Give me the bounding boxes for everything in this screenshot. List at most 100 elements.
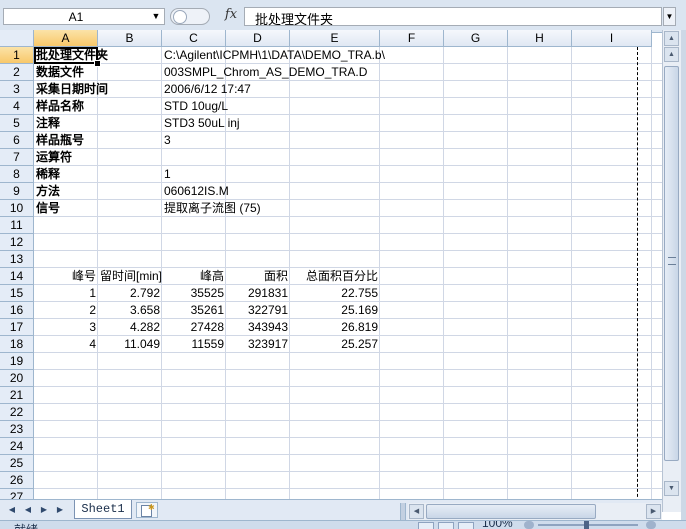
cell-c18[interactable]: 11559 (162, 336, 226, 353)
column-header-a[interactable]: A (34, 30, 98, 47)
vertical-scrollbar[interactable]: ▲ ▲ ▼ (662, 30, 681, 512)
column-header-g[interactable]: G (444, 30, 508, 47)
row-header-3[interactable]: 3 (0, 81, 34, 98)
cell-a5[interactable]: 注释 (34, 115, 62, 132)
row-header-6[interactable]: 6 (0, 132, 34, 149)
cell-c2[interactable]: 003SMPL_Chrom_AS_DEMO_TRA.D (162, 64, 369, 81)
vertical-scroll-thumb[interactable] (664, 66, 679, 461)
cell-a18[interactable]: 4 (34, 336, 98, 353)
cell-d15[interactable]: 291831 (226, 285, 290, 302)
cell-e15[interactable]: 22.755 (290, 285, 380, 302)
name-box[interactable]: A1 ▼ (3, 8, 165, 25)
insert-worksheet-icon[interactable]: ✱ (136, 502, 158, 518)
column-header-i[interactable]: I (572, 30, 652, 47)
cell-a16[interactable]: 2 (34, 302, 98, 319)
cell-a10[interactable]: 信号 (34, 200, 62, 217)
zoom-out-icon[interactable] (524, 521, 534, 529)
cell-d14[interactable]: 面积 (226, 268, 290, 285)
first-sheet-icon[interactable]: ◀ (6, 504, 18, 516)
row-header-12[interactable]: 12 (0, 234, 34, 251)
cell-e14[interactable]: 总面积百分比 (290, 268, 380, 285)
row-header-20[interactable]: 20 (0, 370, 34, 387)
cell-c16[interactable]: 35261 (162, 302, 226, 319)
cell-grid[interactable]: 批处理文件夹 C:\Agilent\ICPMH\1\DATA\DEMO_TRA.b… (34, 47, 662, 512)
cell-b14[interactable]: 留时间[min] (98, 268, 162, 285)
cell-a9[interactable]: 方法 (34, 183, 62, 200)
cell-e16[interactable]: 25.169 (290, 302, 380, 319)
cell-c6[interactable]: 3 (162, 132, 173, 149)
cell-c3[interactable]: 2006/6/12 17:47 (162, 81, 253, 98)
expand-formula-bar-icon[interactable]: ▼ (663, 7, 676, 26)
cell-d16[interactable]: 322791 (226, 302, 290, 319)
cell-a6[interactable]: 样品瓶号 (34, 132, 86, 149)
cell-a8[interactable]: 稀释 (34, 166, 62, 183)
sheet-tab-sheet1[interactable]: Sheet1 (74, 500, 132, 519)
row-header-18[interactable]: 18 (0, 336, 34, 353)
row-header-11[interactable]: 11 (0, 217, 34, 234)
last-sheet-icon[interactable]: ▶ (54, 504, 66, 516)
cell-a2[interactable]: 数据文件 (34, 64, 86, 81)
cell-b15[interactable]: 2.792 (98, 285, 162, 302)
row-header-9[interactable]: 9 (0, 183, 34, 200)
cell-a17[interactable]: 3 (34, 319, 98, 336)
row-header-13[interactable]: 13 (0, 251, 34, 268)
cell-c8[interactable]: 1 (162, 166, 173, 183)
cell-b18[interactable]: 11.049 (98, 336, 162, 353)
row-header-15[interactable]: 15 (0, 285, 34, 302)
scroll-left-icon[interactable]: ◀ (409, 504, 424, 519)
cell-c14[interactable]: 峰高 (162, 268, 226, 285)
zoom-level[interactable]: 100% (482, 521, 513, 529)
scroll-up-icon[interactable]: ▲ (664, 31, 679, 46)
cell-d18[interactable]: 323917 (226, 336, 290, 353)
cell-d17[interactable]: 343943 (226, 319, 290, 336)
previous-sheet-icon[interactable]: ◀ (22, 504, 34, 516)
row-header-8[interactable]: 8 (0, 166, 34, 183)
tab-split-handle[interactable] (400, 503, 406, 520)
row-header-17[interactable]: 17 (0, 319, 34, 336)
cell-e17[interactable]: 26.819 (290, 319, 380, 336)
horizontal-scrollbar[interactable]: ◀ ▶ (408, 503, 662, 520)
cell-b16[interactable]: 3.658 (98, 302, 162, 319)
zoom-in-icon[interactable] (646, 521, 656, 529)
formula-input[interactable]: 批处理文件夹 (244, 7, 662, 27)
column-header-h[interactable]: H (508, 30, 572, 47)
fill-handle[interactable] (94, 60, 101, 67)
page-layout-view-icon[interactable] (438, 522, 454, 529)
column-header-c[interactable]: C (162, 30, 226, 47)
row-header-4[interactable]: 4 (0, 98, 34, 115)
normal-view-icon[interactable] (418, 522, 434, 529)
formula-bar-controls[interactable] (170, 8, 210, 25)
select-all-corner[interactable] (0, 30, 34, 47)
circle-icon[interactable] (173, 10, 187, 24)
page-break-view-icon[interactable] (458, 522, 474, 529)
cell-a14[interactable]: 峰号 (34, 268, 98, 285)
cell-a3[interactable]: 采集日期时间 (34, 81, 110, 98)
row-header-1[interactable]: 1 (0, 47, 34, 64)
zoom-slider-knob[interactable] (584, 521, 589, 529)
cell-c1[interactable]: C:\Agilent\ICPMH\1\DATA\DEMO_TRA.b\ (162, 47, 387, 64)
cell-c5[interactable]: STD3 50uL inj (162, 115, 242, 132)
row-header-24[interactable]: 24 (0, 438, 34, 455)
cell-c9[interactable]: 060612IS.M (162, 183, 231, 200)
row-header-5[interactable]: 5 (0, 115, 34, 132)
chevron-down-icon[interactable]: ▼ (150, 9, 162, 24)
row-header-21[interactable]: 21 (0, 387, 34, 404)
scroll-up-icon[interactable]: ▲ (664, 47, 679, 62)
cell-c10[interactable]: 提取离子流图 (75) (162, 200, 263, 217)
row-header-19[interactable]: 19 (0, 353, 34, 370)
cell-c17[interactable]: 27428 (162, 319, 226, 336)
insert-function-icon[interactable]: fx (221, 7, 241, 25)
row-header-22[interactable]: 22 (0, 404, 34, 421)
row-header-7[interactable]: 7 (0, 149, 34, 166)
cell-b17[interactable]: 4.282 (98, 319, 162, 336)
scroll-down-icon[interactable]: ▼ (664, 481, 679, 496)
column-header-e[interactable]: E (290, 30, 380, 47)
column-header-f[interactable]: F (380, 30, 444, 47)
cell-c15[interactable]: 35525 (162, 285, 226, 302)
column-header-d[interactable]: D (226, 30, 290, 47)
next-sheet-icon[interactable]: ▶ (38, 504, 50, 516)
cell-c4[interactable]: STD 10ug/L (162, 98, 230, 115)
scroll-right-icon[interactable]: ▶ (646, 504, 661, 519)
horizontal-scroll-thumb[interactable] (426, 504, 596, 519)
row-header-25[interactable]: 25 (0, 455, 34, 472)
